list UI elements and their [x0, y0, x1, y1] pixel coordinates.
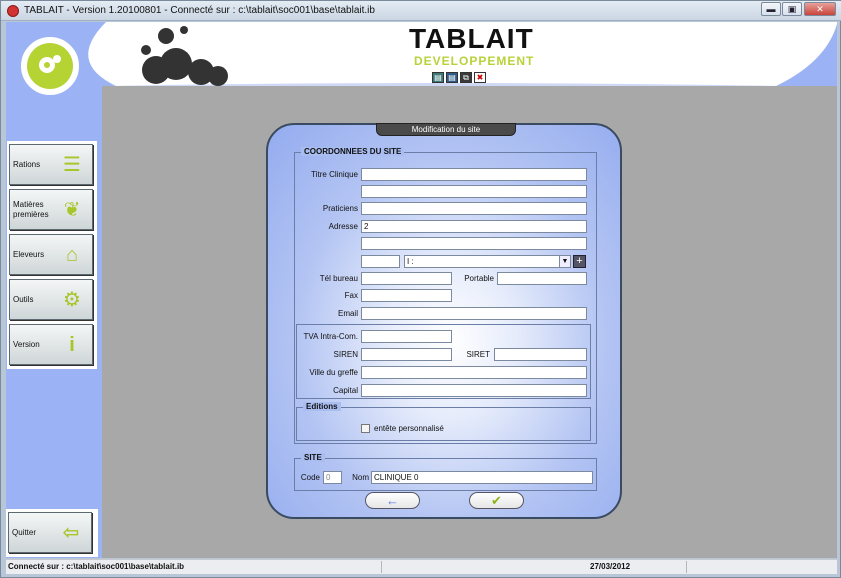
app-header: TABLAIT DEVELOPPEMENT ▤ ▤ ⧉ ✖: [6, 22, 837, 86]
sidebar-item-version[interactable]: Version i: [9, 324, 93, 365]
sidebar-logo: [16, 32, 84, 100]
sidebar-item-label: Version: [13, 339, 40, 349]
sidebar-item-label: Outils: [13, 294, 34, 304]
portable-input[interactable]: [497, 272, 587, 285]
entete-personnalise-label: entête personnalisé: [374, 424, 444, 433]
main-area: Modification du site COORDONNEES DU SITE…: [102, 86, 837, 558]
siren-label: SIREN: [333, 350, 358, 359]
tel-bureau-label: Tél bureau: [319, 274, 358, 283]
tva-input[interactable]: [361, 330, 452, 343]
client-area: TABLAIT DEVELOPPEMENT ▤ ▤ ⧉ ✖ Rations ☰ Mat…: [6, 22, 837, 558]
toolbar-list-icon[interactable]: ▤: [446, 72, 458, 83]
app-window: TABLAIT - Version 1.20100801 - Connecté …: [0, 0, 841, 578]
window-title: TABLAIT - Version 1.20100801 - Connecté …: [24, 5, 375, 16]
sidebar-item-label: Eleveurs: [13, 249, 45, 259]
status-divider: [381, 561, 382, 573]
adresse-input[interactable]: 2: [361, 220, 587, 233]
tva-label: TVA Intra-Com.: [303, 332, 358, 341]
sidebar-item-label: Rations: [13, 159, 41, 169]
capital-input[interactable]: [361, 384, 587, 397]
close-window-button[interactable]: ✕: [804, 2, 836, 16]
code-label: Code: [300, 473, 320, 482]
title-bar[interactable]: TABLAIT - Version 1.20100801 - Connecté …: [1, 1, 841, 21]
info-icon: i: [69, 334, 75, 356]
chevron-down-icon[interactable]: ▼: [559, 256, 570, 267]
sidebar-item-eleveurs[interactable]: Eleveurs ⌂: [9, 234, 93, 275]
entete-personnalise-checkbox[interactable]: [361, 424, 370, 433]
app-logo-subtitle: DEVELOPPEMENT: [414, 54, 535, 68]
email-input[interactable]: [361, 307, 587, 320]
maximize-button[interactable]: ▣: [782, 2, 802, 16]
code-input[interactable]: 0: [323, 471, 342, 484]
siret-input[interactable]: [494, 348, 587, 361]
sidebar-item-rations[interactable]: Rations ☰: [9, 144, 93, 185]
back-button[interactable]: ←: [365, 492, 420, 509]
fax-input[interactable]: [361, 289, 452, 302]
fax-label: Fax: [344, 291, 358, 300]
status-divider: [686, 561, 687, 573]
toolbar-grid-icon[interactable]: ▤: [432, 72, 444, 83]
nom-label: Nom: [352, 473, 369, 482]
add-city-button[interactable]: +: [573, 255, 586, 268]
coordonnees-legend: COORDONNEES DU SITE: [301, 147, 405, 156]
code-postal-input[interactable]: [361, 255, 400, 268]
quit-label: Quitter: [12, 527, 37, 537]
status-date: 27/03/2012: [590, 562, 631, 571]
site-edit-dialog: Modification du site COORDONNEES DU SITE…: [266, 123, 622, 519]
sidebar-item-matieres-premieres[interactable]: Matières premières ❦: [9, 189, 93, 230]
sidebar: Rations ☰ Matières premières ❦ Eleveurs …: [6, 32, 102, 558]
sidebar-item-outils[interactable]: Outils ⚙: [9, 279, 93, 320]
email-label: Email: [337, 309, 358, 318]
titre-clinique-line2-input[interactable]: [361, 185, 587, 198]
minimize-button[interactable]: ▬: [761, 2, 781, 16]
bubbles-logo-icon: [141, 26, 228, 86]
siret-label: SIRET: [466, 350, 490, 359]
status-bar: Connecté sur : c:\tablait\soc001\base\ta…: [6, 559, 837, 574]
adresse-line2-input[interactable]: [361, 237, 587, 250]
titre-clinique-input[interactable]: [361, 168, 587, 181]
app-logo-title: TABLAIT: [409, 23, 534, 54]
praticiens-label: Praticiens: [322, 204, 358, 213]
wheat-icon: ❦: [63, 199, 81, 221]
status-connection: Connecté sur : c:\tablait\soc001\base\ta…: [8, 562, 185, 571]
gears-icon: ⚙: [63, 289, 81, 311]
nom-input[interactable]: CLINIQUE 0: [371, 471, 593, 484]
sidebar-item-label: Matières premières: [13, 199, 49, 219]
quit-panel: Quitter ⇦: [6, 509, 98, 557]
portable-label: Portable: [464, 274, 494, 283]
app-icon: [7, 5, 19, 17]
dialog-title: Modification du site: [376, 123, 516, 136]
editions-legend: Editions: [303, 402, 341, 411]
capital-label: Capital: [333, 386, 358, 395]
adresse-label: Adresse: [328, 222, 358, 231]
toolbar-windows-icon[interactable]: ⧉: [460, 72, 472, 83]
header-toolbar: ▤ ▤ ⧉ ✖: [432, 72, 488, 83]
quit-button[interactable]: Quitter ⇦: [8, 512, 92, 553]
tel-bureau-input[interactable]: [361, 272, 452, 285]
ville-greffe-input[interactable]: [361, 366, 587, 379]
rations-icon: ☰: [63, 154, 81, 176]
titre-clinique-label: Titre Clinique: [311, 170, 358, 179]
ville-select[interactable]: I : ▼: [404, 255, 571, 268]
site-legend: SITE: [301, 453, 325, 462]
toolbar-close-icon[interactable]: ✖: [474, 72, 486, 83]
ville-greffe-label: Ville du greffe: [309, 368, 358, 377]
farm-icon: ⌂: [65, 244, 79, 266]
gears-logo-icon: [39, 55, 61, 73]
validate-button[interactable]: ✔: [469, 492, 524, 509]
siren-input[interactable]: [361, 348, 452, 361]
exit-door-icon: ⇦: [62, 522, 80, 544]
ville-select-value: I :: [407, 257, 414, 266]
sidebar-menu: Rations ☰ Matières premières ❦ Eleveurs …: [6, 140, 98, 370]
praticiens-input[interactable]: [361, 202, 587, 215]
